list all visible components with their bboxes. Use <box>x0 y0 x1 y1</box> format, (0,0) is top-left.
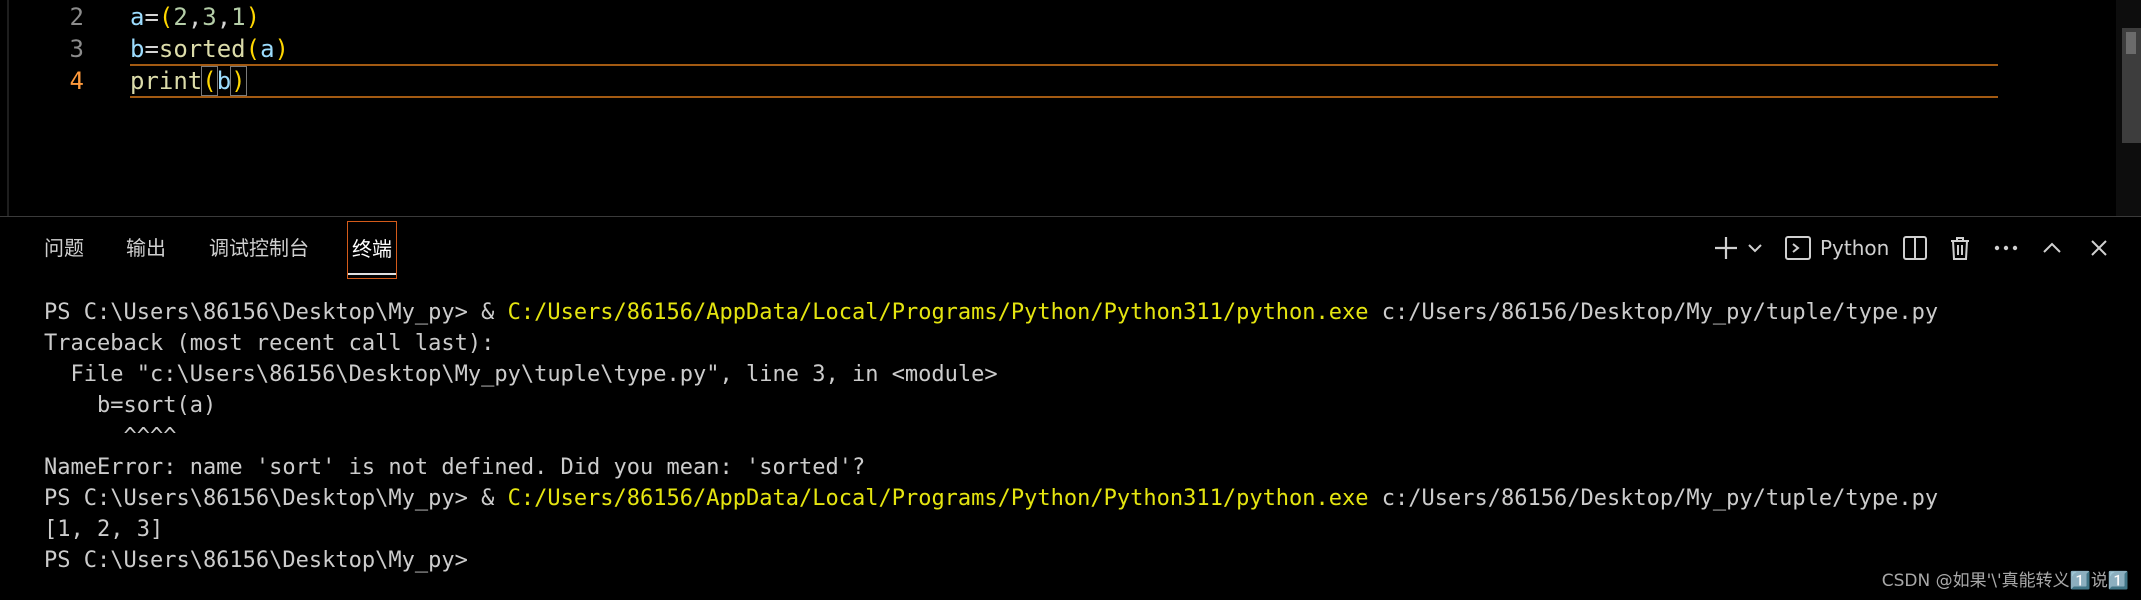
terminal-line: File "c:\Users\86156\Desktop\My_py\tuple… <box>44 359 1938 390</box>
terminal-line: Traceback (most recent call last): <box>44 328 1938 359</box>
code-token: 3 <box>202 3 217 31</box>
terminal-line: NameError: name 'sort' is not defined. D… <box>44 452 1938 483</box>
chevron-up-icon <box>2043 242 2061 253</box>
terminal-text: b=sort(a) <box>44 393 217 418</box>
code-token: a <box>130 3 145 31</box>
line-code: print(b) <box>130 64 247 98</box>
code-token: 2 <box>173 3 188 31</box>
close-panel-button[interactable] <box>2087 227 2111 269</box>
tab-problems[interactable]: 问题 <box>44 227 84 269</box>
tab-output[interactable]: 输出 <box>126 227 166 269</box>
more-actions-button[interactable] <box>1992 227 2020 269</box>
terminal-text: NameError: name 'sort' is not defined. D… <box>44 455 866 480</box>
code-token: sorted <box>158 35 246 63</box>
line-number: 2 <box>69 3 84 31</box>
code-token: , <box>187 3 203 31</box>
code-token: ) <box>245 3 261 31</box>
code-token: ( <box>201 66 218 96</box>
terminal-text: c:/Users/86156/Desktop/My_py/tuple/type.… <box>1368 486 1939 511</box>
split-terminal-button[interactable] <box>1901 227 1929 269</box>
plus-icon <box>1715 237 1737 259</box>
code-token: a <box>260 35 275 63</box>
scrollbar-cursor-marker <box>2126 32 2136 54</box>
watermark: CSDN @如果'\'真能转义1️⃣说1️⃣ <box>1881 571 2129 591</box>
terminal-shell-icon[interactable] <box>1784 227 1812 269</box>
terminal-line: ^^^^ <box>44 421 1938 452</box>
terminal-text: File "c:\Users\86156\Desktop\My_py\tuple… <box>44 362 998 387</box>
line-number: 3 <box>69 35 84 63</box>
terminal-path-link[interactable]: C:/Users/86156/AppData/Local/Programs/Py… <box>508 486 1369 511</box>
editor-line[interactable]: 2 a=(2,3,1) <box>0 0 2100 34</box>
line-code: a=(2,3,1) <box>130 0 260 34</box>
code-editor[interactable]: 2 a=(2,3,1) 3 b=sorted(a) 4 print(b) <box>0 0 2141 216</box>
terminal-icon <box>1785 236 1811 260</box>
maximize-panel-button[interactable] <box>2040 227 2064 269</box>
terminal-dropdown-button[interactable] <box>1746 227 1764 269</box>
terminal-path-link[interactable]: C:/Users/86156/AppData/Local/Programs/Py… <box>508 300 1369 325</box>
code-token: ( <box>245 35 261 63</box>
kill-terminal-button[interactable] <box>1946 227 1974 269</box>
terminal-text: PS C:\Users\86156\Desktop\My_py> <box>44 548 482 573</box>
terminal-output[interactable]: PS C:\Users\86156\Desktop\My_py> & C:/Us… <box>44 297 1938 576</box>
editor-line[interactable]: 4 print(b) <box>0 64 2100 98</box>
terminal-text: PS C:\Users\86156\Desktop\My_py> & <box>44 486 508 511</box>
bottom-panel: 问题 输出 调试控制台 终端 Python PS C:\Users\86156\… <box>0 216 2141 600</box>
code-token: , <box>216 3 232 31</box>
terminal-text: PS C:\Users\86156\Desktop\My_py> & <box>44 300 508 325</box>
terminal-line: PS C:\Users\86156\Desktop\My_py> & C:/Us… <box>44 483 1938 514</box>
terminal-text: [1, 2, 3] <box>44 517 164 542</box>
trash-icon <box>1951 237 1969 260</box>
shell-name-label[interactable]: Python <box>1820 227 1889 269</box>
tab-terminal[interactable]: 终端 <box>347 221 397 279</box>
code-token: ) <box>274 35 289 63</box>
line-code: b=sorted(a) <box>130 32 289 66</box>
terminal-line: PS C:\Users\86156\Desktop\My_py> & C:/Us… <box>44 297 1938 328</box>
code-token: print <box>130 67 203 95</box>
terminal-line: PS C:\Users\86156\Desktop\My_py> <box>44 545 1938 576</box>
code-token: b <box>216 67 232 95</box>
editor-line[interactable]: 3 b=sorted(a) <box>0 32 2100 66</box>
new-terminal-button[interactable] <box>1712 227 1740 269</box>
code-token: ) <box>230 66 247 96</box>
terminal-text: ^^^^ <box>44 424 177 449</box>
tab-debug-console[interactable]: 调试控制台 <box>209 227 309 269</box>
line-number: 4 <box>69 67 84 95</box>
code-token: b <box>130 35 145 63</box>
code-token: = <box>144 35 159 63</box>
chevron-down-icon <box>1748 244 1762 253</box>
code-token: ( <box>158 3 174 31</box>
terminal-line: b=sort(a) <box>44 390 1938 421</box>
close-icon <box>2091 240 2107 256</box>
terminal-text: Traceback (most recent call last): <box>44 331 495 356</box>
terminal-text: c:/Users/86156/Desktop/My_py/tuple/type.… <box>1368 300 1939 325</box>
split-icon <box>1903 236 1927 260</box>
code-token: 1 <box>231 3 246 31</box>
code-token: = <box>144 3 159 31</box>
terminal-line: [1, 2, 3] <box>44 514 1938 545</box>
ellipsis-icon <box>1994 245 2018 251</box>
